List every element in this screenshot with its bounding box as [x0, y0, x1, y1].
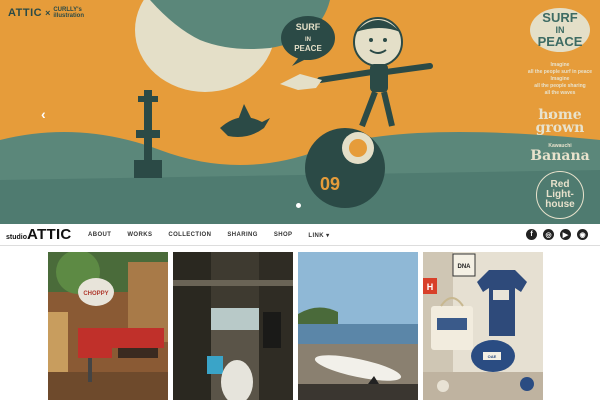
homegrown-line2: grown	[535, 120, 585, 136]
beach-image	[298, 252, 418, 400]
imagine-line: all the people sharing	[534, 83, 586, 89]
imagine-text: Imagine all the people surf in peace Ima…	[520, 62, 600, 97]
brand-curlly-line2: illustration	[53, 13, 85, 19]
instagram-icon[interactable]: ◎	[543, 229, 554, 240]
imagine-line: all the people surf in peace	[527, 69, 593, 75]
hero-slideshow[interactable]: ATTIC × CURLLY's illustration SURF IN PE…	[0, 0, 600, 224]
nav-shop[interactable]: SHOP	[274, 232, 293, 238]
brand-lockup: ATTIC × CURLLY's illustration	[8, 7, 84, 19]
shop-interior-image: CHOPPY	[48, 252, 168, 400]
h-sign: H	[427, 282, 434, 292]
thumbnail-shop-interior[interactable]: CHOPPY	[48, 252, 168, 400]
merch-image: DNA H OAE	[423, 252, 543, 400]
nav-works[interactable]: WORKS	[127, 232, 152, 238]
thumbnail-merch[interactable]: DNA H OAE	[423, 252, 543, 400]
nav-menu: ABOUT WORKS COLLECTION SHARING SHOP LINK…	[88, 224, 346, 246]
nav-sharing[interactable]: SHARING	[227, 232, 257, 238]
imagine-line: all the waves	[544, 90, 576, 96]
nav-about[interactable]: ABOUT	[88, 232, 111, 238]
redlight-line3: house	[545, 199, 575, 210]
logo-studio: studio	[6, 234, 27, 241]
hero-right-column: SURF IN PEACE Imagine all the people sur…	[520, 8, 600, 219]
facebook-icon[interactable]: f	[526, 229, 537, 240]
main-navbar: studio ATTIC ABOUT WORKS COLLECTION SHAR…	[0, 224, 600, 246]
thumbnail-beach-surfboard[interactable]	[298, 252, 418, 400]
imagine-line: Imagine	[550, 76, 570, 82]
imagine-line: Imagine	[550, 62, 570, 68]
slide-dots	[296, 203, 301, 208]
red-lighthouse-badge: Red Light- house	[536, 171, 584, 219]
choppy-sign: CHOPPY	[83, 291, 108, 297]
surf-badge-line1: SURF	[542, 10, 578, 25]
slide-prev-button[interactable]: ‹	[41, 106, 46, 122]
surf-badge-line3: PEACE	[537, 34, 583, 49]
brand-curlly: CURLLY's illustration	[53, 7, 84, 19]
surf-in-peace-badge: SURF IN PEACE	[530, 8, 590, 52]
thumbnail-grid: CHOPPY DNA H OAE	[46, 252, 546, 400]
homegrown-logo: home grown	[520, 108, 600, 136]
dna-sign: DNA	[458, 264, 472, 270]
site-logo[interactable]: studio ATTIC	[6, 226, 72, 243]
oae-sign: OAE	[488, 354, 497, 359]
doorway-image	[173, 252, 293, 400]
nav-collection[interactable]: COLLECTION	[168, 232, 211, 238]
logo-attic: ATTIC	[27, 226, 72, 243]
banana-logo: Banana	[530, 148, 590, 164]
rss-icon[interactable]: ◉	[577, 229, 588, 240]
brand-attic: ATTIC	[8, 7, 43, 19]
nav-link-dropdown[interactable]: LINK ▾	[308, 232, 329, 239]
slide-dot[interactable]	[296, 203, 301, 208]
hero-illustration	[0, 0, 600, 224]
brand-x: ×	[45, 8, 51, 18]
social-icons: f ◎ ▶ ◉	[526, 229, 588, 240]
thumbnail-doorway-sea[interactable]	[173, 252, 293, 400]
youtube-icon[interactable]: ▶	[560, 229, 571, 240]
